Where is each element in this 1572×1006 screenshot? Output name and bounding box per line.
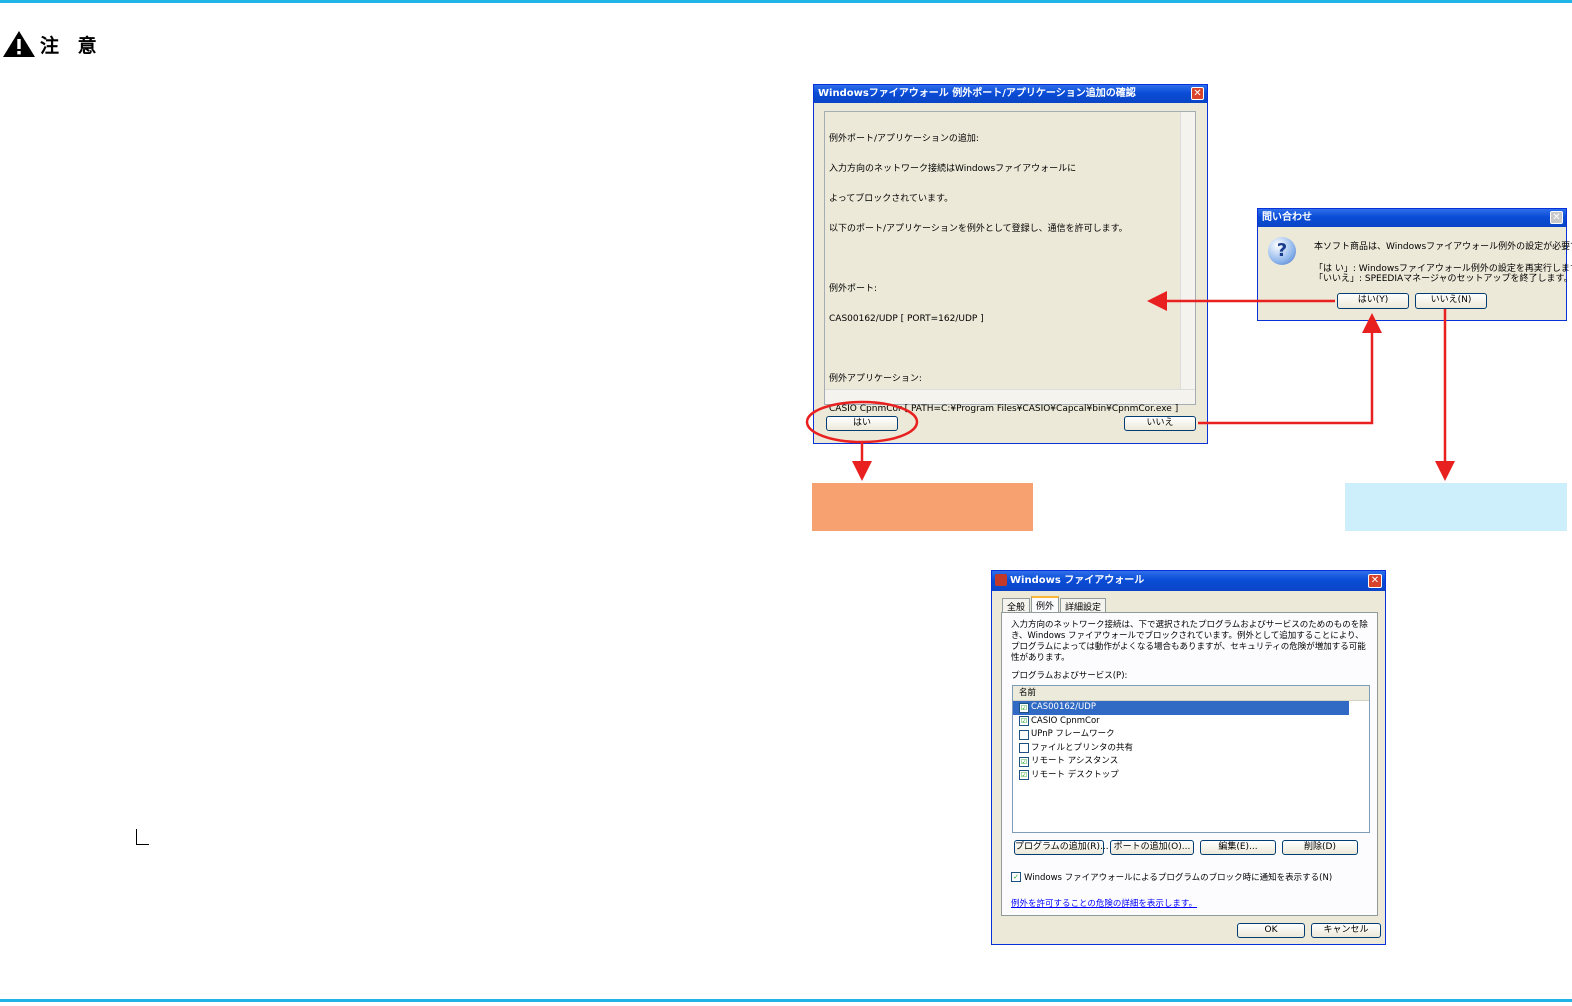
confirm-line: 例外アプリケーション: xyxy=(829,374,922,384)
confirm-line: 以下のポート/アプリケーションを例外として登録し、通信を許可します。 xyxy=(829,224,1128,234)
list-item[interactable]: UPnP フレームワーク xyxy=(1013,728,1369,742)
confirm-line: CAS00162/UDP [ PORT=162/UDP ] xyxy=(829,314,984,324)
query-dialog-titlebar: 問い合わせ ✕ xyxy=(1258,209,1566,227)
caution-label: 注 意 xyxy=(40,34,103,57)
edit-button[interactable]: 編集(E)... xyxy=(1200,840,1276,855)
query-dialog-title: 問い合わせ xyxy=(1262,212,1312,223)
list-item[interactable]: ファイルとプリンタの共有 xyxy=(1013,742,1369,756)
question-icon: ? xyxy=(1268,237,1296,265)
firewall-icon xyxy=(995,574,1007,586)
list-item-label: ファイルとプリンタの共有 xyxy=(1031,742,1134,753)
firewall-window: Windows ファイアウォール ✕ 全般 例外 詳細設定 入力方向のネットワー… xyxy=(991,570,1386,945)
firewall-titlebar: Windows ファイアウォール ✕ xyxy=(992,571,1385,591)
list-item[interactable]: ☑ CAS00162/UDP xyxy=(1013,701,1349,715)
exceptions-description: 入力方向のネットワーク接続は、下で選択されたプログラムおよびサービスのためのもの… xyxy=(1011,620,1368,663)
risk-details-link[interactable]: 例外を許可することの危険の詳細を表示します。 xyxy=(1011,897,1197,909)
arrow-no-to-query xyxy=(1198,313,1382,425)
confirm-line: CASIO CpnmCor [ PATH=C:¥Program Files¥CA… xyxy=(829,404,1179,414)
confirm-line: 入力方向のネットワーク接続はWindowsファイアウォールに xyxy=(829,164,1077,174)
query-yes-button[interactable]: はい(Y) xyxy=(1337,293,1409,309)
list-item-label: CASIO CpnmCor xyxy=(1031,715,1100,726)
confirm-dialog: Windowsファイアウォール 例外ポート/アプリケーション追加の確認 ✕ 例外… xyxy=(813,84,1208,444)
list-item-label: CAS00162/UDP xyxy=(1031,702,1096,713)
vertical-scrollbar[interactable] xyxy=(1180,112,1195,392)
confirm-dialog-title: Windowsファイアウォール 例外ポート/アプリケーション追加の確認 xyxy=(818,88,1136,99)
corner-mark xyxy=(136,829,149,845)
yes-button[interactable]: はい xyxy=(826,416,898,431)
list-item[interactable]: ☑ CASIO CpnmCor xyxy=(1013,715,1369,729)
horizontal-scrollbar[interactable] xyxy=(825,389,1195,404)
close-icon[interactable]: ✕ xyxy=(1368,574,1382,588)
checkbox[interactable] xyxy=(1019,743,1029,754)
confirm-text-area[interactable]: 例外ポート/アプリケーションの追加: 入力方向のネットワーク接続はWindows… xyxy=(824,111,1196,414)
programs-list[interactable]: 名前 ☑ CAS00162/UDP ☑ CASIO CpnmCor UPnP フ… xyxy=(1012,685,1370,833)
confirm-line xyxy=(829,344,1178,354)
programs-section-label: プログラムおよびサービス(P): xyxy=(1011,671,1128,681)
close-icon[interactable]: ✕ xyxy=(1550,211,1563,224)
confirm-line: 例外ポート/アプリケーションの追加: xyxy=(829,134,979,144)
bottom-rule xyxy=(0,999,1572,1002)
top-rule xyxy=(0,0,1572,3)
tab-exceptions[interactable]: 例外 xyxy=(1031,596,1060,613)
checkbox[interactable]: ☑ xyxy=(1019,702,1029,713)
checkbox[interactable]: ☑ xyxy=(1019,716,1029,727)
confirm-line xyxy=(829,254,1178,264)
delete-button[interactable]: 削除(D) xyxy=(1282,840,1358,855)
checkbox[interactable] xyxy=(1019,729,1029,740)
confirm-dialog-titlebar: Windowsファイアウォール 例外ポート/アプリケーション追加の確認 ✕ xyxy=(814,85,1207,103)
column-header-name[interactable]: 名前 xyxy=(1013,686,1369,701)
exceptions-panel: 入力方向のネットワーク接続は、下で選択されたプログラムおよびサービスのためのもの… xyxy=(1001,612,1378,916)
yes-result-box xyxy=(812,483,1033,531)
add-program-button[interactable]: プログラムの追加(R)... xyxy=(1014,840,1109,855)
notify-label: Windows ファイアウォールによるプログラムのブロック時に通知を表示する(N… xyxy=(1024,873,1333,883)
confirm-line: よってブロックされています。 xyxy=(829,194,954,204)
close-icon[interactable]: ✕ xyxy=(1191,87,1204,100)
ok-button[interactable]: OK xyxy=(1237,923,1305,938)
confirm-text: 例外ポート/アプリケーションの追加: 入力方向のネットワーク接続はWindows… xyxy=(829,114,1178,434)
list-item-label: リモート アシスタンス xyxy=(1031,756,1119,767)
notify-checkbox[interactable]: ✓ xyxy=(1011,872,1021,882)
list-item[interactable]: ☑ リモート アシスタンス xyxy=(1013,755,1369,769)
query-no-button[interactable]: いいえ(N) xyxy=(1415,293,1487,309)
no-button[interactable]: いいえ xyxy=(1124,416,1196,431)
query-no-hint: 「いいえ」: SPEEDIAマネージャのセットアップを終了します。 xyxy=(1314,274,1572,284)
notify-option[interactable]: ✓ Windows ファイアウォールによるプログラムのブロック時に通知を表示する… xyxy=(1011,871,1332,883)
query-message: 本ソフト商品は、Windowsファイアウォール例外の設定が必要です。 xyxy=(1314,242,1572,252)
add-port-button[interactable]: ポートの追加(O)... xyxy=(1110,840,1194,855)
query-dialog: 問い合わせ ✕ ? 本ソフト商品は、Windowsファイアウォール例外の設定が必… xyxy=(1257,208,1572,321)
caution-heading: 注 意 xyxy=(2,30,103,58)
firewall-title: Windows ファイアウォール xyxy=(1010,575,1145,586)
list-item-label: リモート デスクトップ xyxy=(1031,769,1119,780)
warning-icon xyxy=(3,31,35,57)
checkbox[interactable]: ☑ xyxy=(1019,756,1029,767)
confirm-line: 例外ポート: xyxy=(829,284,878,294)
checkbox[interactable]: ☑ xyxy=(1019,770,1029,781)
cancel-button[interactable]: キャンセル xyxy=(1311,923,1381,938)
list-item[interactable]: ☑ リモート デスクトップ xyxy=(1013,769,1369,783)
list-item-label: UPnP フレームワーク xyxy=(1031,729,1115,740)
no-result-box xyxy=(1345,483,1567,531)
